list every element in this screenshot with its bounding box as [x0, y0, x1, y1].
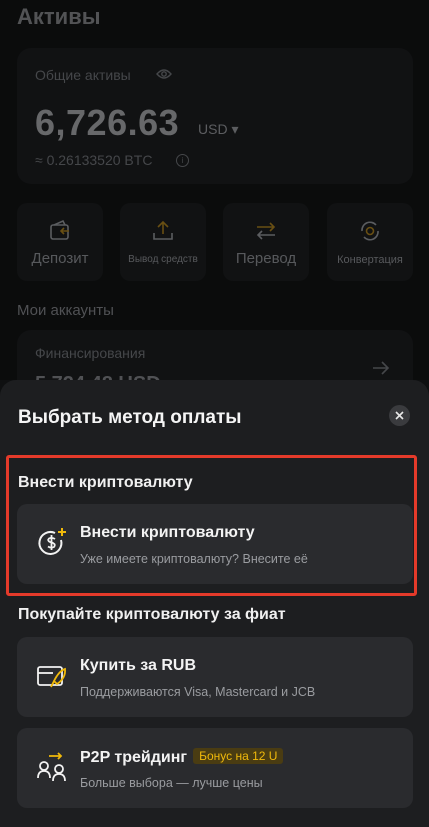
fiat-section-title: Покупайте криптовалюту за фиат: [18, 606, 286, 623]
sheet-title: Выбрать метод оплаты: [18, 407, 242, 428]
buy-rub-subtitle: Поддерживаются Visa, Mastercard и JCB: [80, 685, 316, 699]
bonus-badge: Бонус на 12 U: [193, 748, 284, 764]
dim-overlay[interactable]: [0, 0, 429, 380]
highlight-frame: [6, 455, 417, 596]
buy-rub-title: Купить за RUB: [80, 657, 197, 674]
p2p-option[interactable]: P2P трейдинг Бонус на 12 U Больше выбора …: [17, 728, 413, 808]
p2p-title-text: P2P трейдинг: [80, 749, 188, 766]
p2p-subtitle: Больше выбора — лучше цены: [80, 776, 263, 790]
close-button[interactable]: [389, 405, 410, 426]
card-rocket-icon: [37, 666, 66, 688]
buy-rub-option[interactable]: Купить за RUB Поддерживаются Visa, Maste…: [17, 637, 413, 717]
close-icon: [395, 411, 404, 420]
p2p-title: P2P трейдинг Бонус на 12 U: [80, 748, 284, 767]
p2p-exchange-icon: [37, 752, 66, 782]
